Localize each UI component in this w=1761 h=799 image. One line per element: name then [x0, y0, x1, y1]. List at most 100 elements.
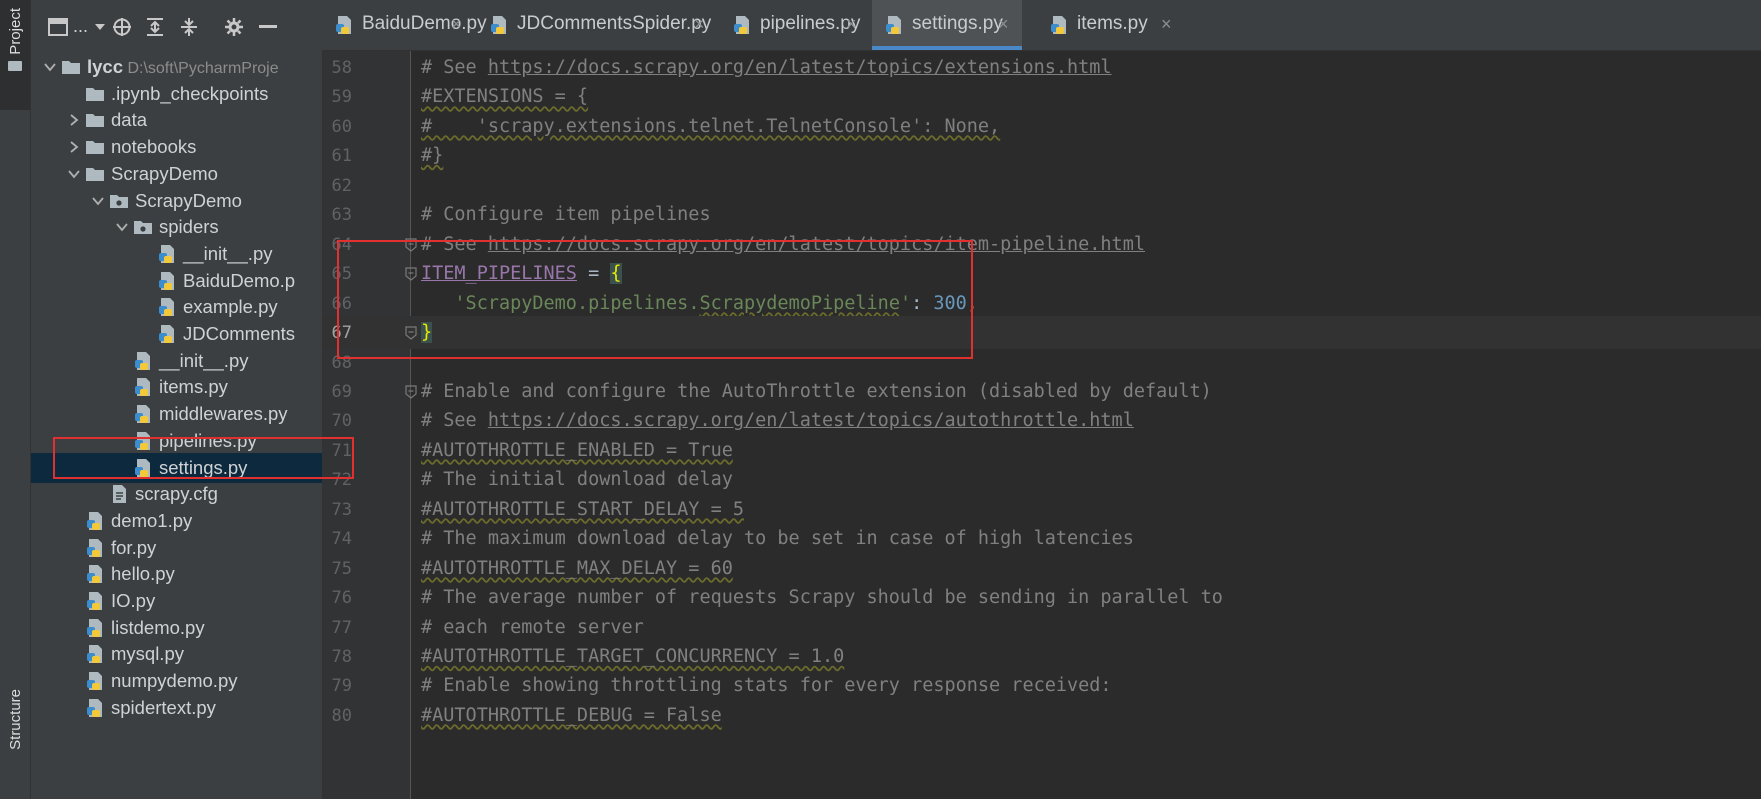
expand-all-icon[interactable]: [144, 16, 166, 38]
tab-items-py[interactable]: items.py ×: [1037, 0, 1185, 50]
structure-tool-button[interactable]: Structure: [0, 689, 30, 799]
code-line[interactable]: 58 # See https://docs.scrapy.org/en/lates…: [322, 51, 1761, 84]
code-line[interactable]: 72 # The initial download delay: [322, 463, 1761, 496]
code-line[interactable]: 77 # each remote server: [322, 611, 1761, 644]
project-panel-toolbar: ...: [31, 0, 322, 52]
chevron-down-icon[interactable]: [67, 167, 81, 181]
code-editor[interactable]: 58 # See https://docs.scrapy.org/en/lates…: [322, 51, 1761, 799]
close-icon[interactable]: ×: [998, 14, 1009, 35]
code-text: # Configure item pipelines: [421, 204, 711, 226]
project-view-selector[interactable]: ...: [73, 16, 88, 37]
chevron-down-icon[interactable]: [115, 220, 129, 234]
close-icon[interactable]: ×: [846, 14, 857, 35]
tree-item-middlewares-py[interactable]: middlewares.py: [31, 399, 322, 429]
tree-item-label: IO.py: [111, 590, 156, 611]
package-icon: [133, 217, 153, 237]
project-tool-button[interactable]: Project: [0, 0, 30, 110]
tree-item-label: ScrapyDemo: [135, 189, 242, 211]
tree-item-numpydemo-py[interactable]: numpydemo.py: [31, 666, 322, 696]
tree-item-init-py[interactable]: __init__.py: [31, 346, 322, 376]
gear-icon[interactable]: [223, 16, 245, 38]
code-line[interactable]: 69 # Enable and configure the AutoThrottl…: [322, 375, 1761, 408]
code-line[interactable]: 80 #AUTOTHROTTLE_DEBUG = False: [322, 699, 1761, 732]
tree-item-scrapy-cfg[interactable]: scrapy.cfg: [31, 479, 322, 509]
tree-item-init-py[interactable]: __init__.py: [31, 239, 322, 269]
code-line[interactable]: 60 # 'scrapy.extensions.telnet.TelnetCons…: [322, 110, 1761, 143]
code-line[interactable]: 79 # Enable showing throttling stats for …: [322, 669, 1761, 702]
tab-label: settings.py: [912, 13, 1003, 34]
tree-item-label: .ipynb_checkpoints: [111, 82, 269, 104]
python-file-icon: [85, 698, 105, 718]
project-view-icon[interactable]: [47, 16, 69, 38]
python-file-icon: [85, 538, 105, 558]
tree-item-baidudemo-p[interactable]: BaiduDemo.p: [31, 266, 322, 296]
code-line[interactable]: 62: [322, 169, 1761, 202]
locate-file-icon[interactable]: [111, 16, 133, 38]
tree-item-hello-py[interactable]: hello.py: [31, 559, 322, 589]
tree-item-lycc[interactable]: lycc D:\soft\PycharmProje: [31, 52, 322, 82]
tree-item-notebooks[interactable]: notebooks: [31, 132, 322, 162]
python-file-icon: [157, 271, 177, 291]
python-file-icon: [85, 618, 105, 638]
code-text: #}: [421, 145, 444, 167]
python-file-icon: [133, 351, 153, 371]
code-line[interactable]: 75 #AUTOTHROTTLE_MAX_DELAY = 60: [322, 552, 1761, 585]
code-text: # See https://docs.scrapy.org/en/latest/…: [421, 57, 1112, 78]
tree-item-for-py[interactable]: for.py: [31, 533, 322, 563]
chevron-right-icon[interactable]: [67, 140, 81, 154]
tree-item-example-py[interactable]: example.py: [31, 292, 322, 322]
tree-item-items-py[interactable]: items.py: [31, 372, 322, 402]
tree-item-label: for.py: [111, 536, 157, 558]
tab-baidudemo-py[interactable]: BaiduDemo.py ×: [322, 0, 487, 50]
python-file-icon: [489, 15, 511, 37]
code-line[interactable]: 73 #AUTOTHROTTLE_START_DELAY = 5: [322, 493, 1761, 526]
code-line[interactable]: 78 #AUTOTHROTTLE_TARGET_CONCURRENCY = 1.0: [322, 640, 1761, 673]
tree-item-label: numpydemo.py: [111, 670, 238, 692]
code-text: #AUTOTHROTTLE_TARGET_CONCURRENCY = 1.0: [421, 646, 845, 667]
tree-item-data[interactable]: data: [31, 105, 322, 135]
tree-item-mysql-py[interactable]: mysql.py: [31, 639, 322, 669]
tab-settings-py[interactable]: settings.py ×: [872, 0, 1022, 50]
tab-pipelines-py[interactable]: pipelines.py ×: [720, 0, 870, 50]
line-number: 63: [331, 205, 352, 226]
tree-item-io-py[interactable]: IO.py: [31, 586, 322, 616]
code-line[interactable]: 63 # Configure item pipelines: [322, 198, 1761, 231]
python-file-icon: [85, 644, 105, 664]
code-text: #AUTOTHROTTLE_ENABLED = True: [421, 439, 733, 461]
tab-jdcommentsspider-py[interactable]: JDCommentsSpider.py ×: [477, 0, 718, 50]
tree-item-spiders[interactable]: spiders: [31, 212, 322, 242]
line-number: 80: [331, 705, 352, 726]
tree-item-listdemo-py[interactable]: listdemo.py: [31, 613, 322, 643]
project-tool-label: Project: [6, 8, 24, 55]
close-icon[interactable]: ×: [694, 14, 705, 35]
chevron-right-icon[interactable]: [67, 113, 81, 127]
collapse-all-icon[interactable]: [178, 16, 200, 38]
code-line[interactable]: 59 #EXTENSIONS = {: [322, 80, 1761, 113]
tree-item-ipynb-checkpoints[interactable]: .ipynb_checkpoints: [31, 79, 322, 109]
close-icon[interactable]: ×: [451, 14, 462, 35]
code-line[interactable]: 71 #AUTOTHROTTLE_ENABLED = True: [322, 434, 1761, 467]
line-number: 70: [331, 411, 352, 432]
code-text: # The average number of requests Scrapy …: [421, 587, 1223, 609]
tree-item-jdcomments[interactable]: JDComments: [31, 319, 322, 349]
chevron-down-icon[interactable]: [91, 194, 105, 208]
python-file-icon: [133, 404, 153, 424]
dropdown-arrow-icon[interactable]: [89, 16, 111, 38]
tree-item-scrapydemo[interactable]: ScrapyDemo: [31, 159, 322, 189]
hide-panel-icon[interactable]: [257, 16, 279, 38]
tree-item-spidertext-py[interactable]: spidertext.py: [31, 693, 322, 723]
code-text: # The maximum download delay to be set i…: [421, 528, 1134, 550]
python-file-icon: [732, 15, 754, 37]
folder-icon: [85, 164, 105, 184]
tree-item-label: items.py: [159, 376, 228, 398]
code-line[interactable]: 76 # The average number of requests Scrap…: [322, 581, 1761, 614]
chevron-down-icon[interactable]: [43, 60, 57, 74]
code-line[interactable]: 70 # See https://docs.scrapy.org/en/lates…: [322, 404, 1761, 437]
tree-item-label: notebooks: [111, 136, 197, 158]
code-line[interactable]: 61 #}: [322, 139, 1761, 172]
tree-item-scrapydemo[interactable]: ScrapyDemo: [31, 186, 322, 216]
tree-item-demo1-py[interactable]: demo1.py: [31, 506, 322, 536]
code-line[interactable]: 74 # The maximum download delay to be set…: [322, 522, 1761, 555]
close-icon[interactable]: ×: [1161, 14, 1172, 35]
fold-marker-icon[interactable]: [405, 384, 417, 399]
